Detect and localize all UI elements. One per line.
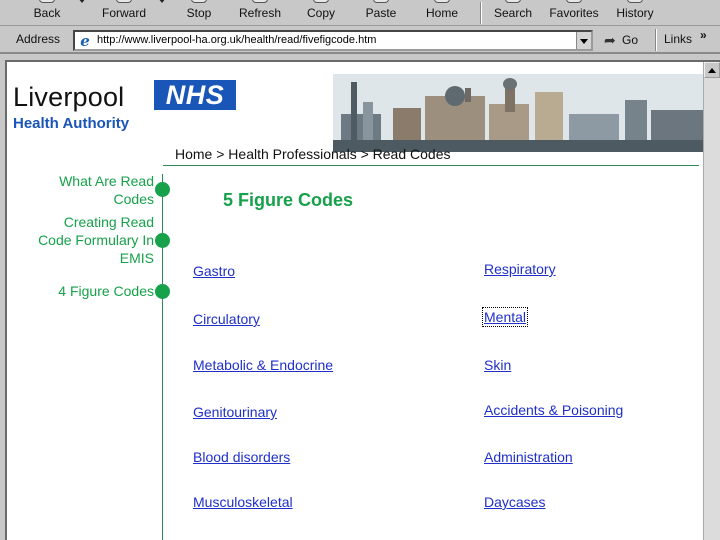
code-link-mental[interactable]: Mental [481,307,529,327]
browser-toolbar: Back Forward Stop Refresh Copy Paste Hom… [0,0,720,26]
nav-line: What Are Read [59,173,154,189]
back-arrow-icon [39,0,55,3]
go-arrow-icon: ➦ [604,32,616,48]
page-viewport: Liverpool NHS Health Authority Home > He… [5,60,720,540]
home-icon [434,0,450,3]
address-url[interactable]: http://www.liverpool-ha.org.uk/health/re… [97,34,376,46]
code-link-genitourinary[interactable]: Genitourinary [193,404,277,420]
history-icon [627,0,643,3]
nav-line: EMIS [119,250,154,266]
bullet-dot-icon [155,233,170,248]
favorites-icon [566,0,582,3]
search-icon [505,0,521,3]
code-link-accidents-poisoning[interactable]: Accidents & Poisoning [484,402,623,418]
logo-liverpool-text: Liverpool [13,82,125,112]
forward-button[interactable]: Forward [92,0,166,25]
stop-button[interactable]: Stop [172,0,226,25]
address-dropdown-button[interactable] [576,32,591,49]
code-link-daycases[interactable]: Daycases [484,494,545,510]
paste-icon [373,0,389,3]
bullet-dot-icon [155,284,170,299]
stop-icon [191,0,207,3]
nav-line: Creating Read [63,214,154,230]
header-divider [163,165,699,166]
address-input[interactable]: e http://www.liverpool-ha.org.uk/health/… [73,30,593,51]
toolbar-separator [480,2,482,24]
nav-line: 4 Figure Codes [58,283,154,299]
scroll-up-arrow-icon[interactable] [704,62,720,78]
links-chevron-icon[interactable]: » [700,28,707,42]
liverpool-nhs-logo: Liverpool NHS Health Authority [13,78,243,138]
code-link-blood-disorders[interactable]: Blood disorders [193,449,290,465]
back-button[interactable]: Back [18,0,86,25]
bullet-dot-icon [155,182,170,197]
nav-divider [162,174,163,540]
back-dropdown-icon[interactable] [78,0,86,3]
nav-link-4-figure-codes[interactable]: 4 Figure Codes [58,282,154,300]
page-title: 5 Figure Codes [223,190,354,210]
nav-line: Codes [113,191,154,207]
code-link-circulatory[interactable]: Circulatory [193,311,260,327]
code-link-skin[interactable]: Skin [484,357,511,373]
breadcrumb[interactable]: Home > Health Professionals > Read Codes [175,146,450,162]
forward-dropdown-icon[interactable] [158,0,166,3]
copy-icon [313,0,329,3]
nhs-logo: NHS [154,80,236,110]
internet-explorer-icon: e [80,32,90,50]
browser-window: Back Forward Stop Refresh Copy Paste Hom… [0,0,720,540]
search-button[interactable]: Search [488,0,538,25]
refresh-icon [252,0,268,3]
nav-link-what-are-read-codes[interactable]: What Are Read Codes [59,172,154,208]
nav-line: Code Formulary In [38,232,154,248]
favorites-button[interactable]: Favorites [544,0,604,25]
address-bar: Address e http://www.liverpool-ha.org.uk… [0,27,720,54]
vertical-scrollbar[interactable] [703,62,720,540]
paste-button[interactable]: Paste [355,0,407,25]
code-link-respiratory[interactable]: Respiratory [484,261,556,277]
code-link-administration[interactable]: Administration [484,449,573,465]
address-separator [655,29,657,51]
refresh-button[interactable]: Refresh [230,0,290,25]
code-link-gastro[interactable]: Gastro [193,263,235,279]
logo-subtitle: Health Authority [13,115,130,132]
code-link-metabolic-endocrine[interactable]: Metabolic & Endocrine [193,357,333,373]
copy-button[interactable]: Copy [296,0,346,25]
home-button[interactable]: Home [416,0,468,25]
nav-link-creating-read-code-formulary[interactable]: Creating Read Code Formulary In EMIS [38,213,154,267]
address-label: Address [16,32,61,46]
forward-arrow-icon [116,0,132,3]
links-button[interactable]: Links [664,32,692,46]
code-link-musculoskeletal[interactable]: Musculoskeletal [193,494,293,510]
history-button[interactable]: History [610,0,660,25]
liverpool-skyline-image [333,74,705,152]
